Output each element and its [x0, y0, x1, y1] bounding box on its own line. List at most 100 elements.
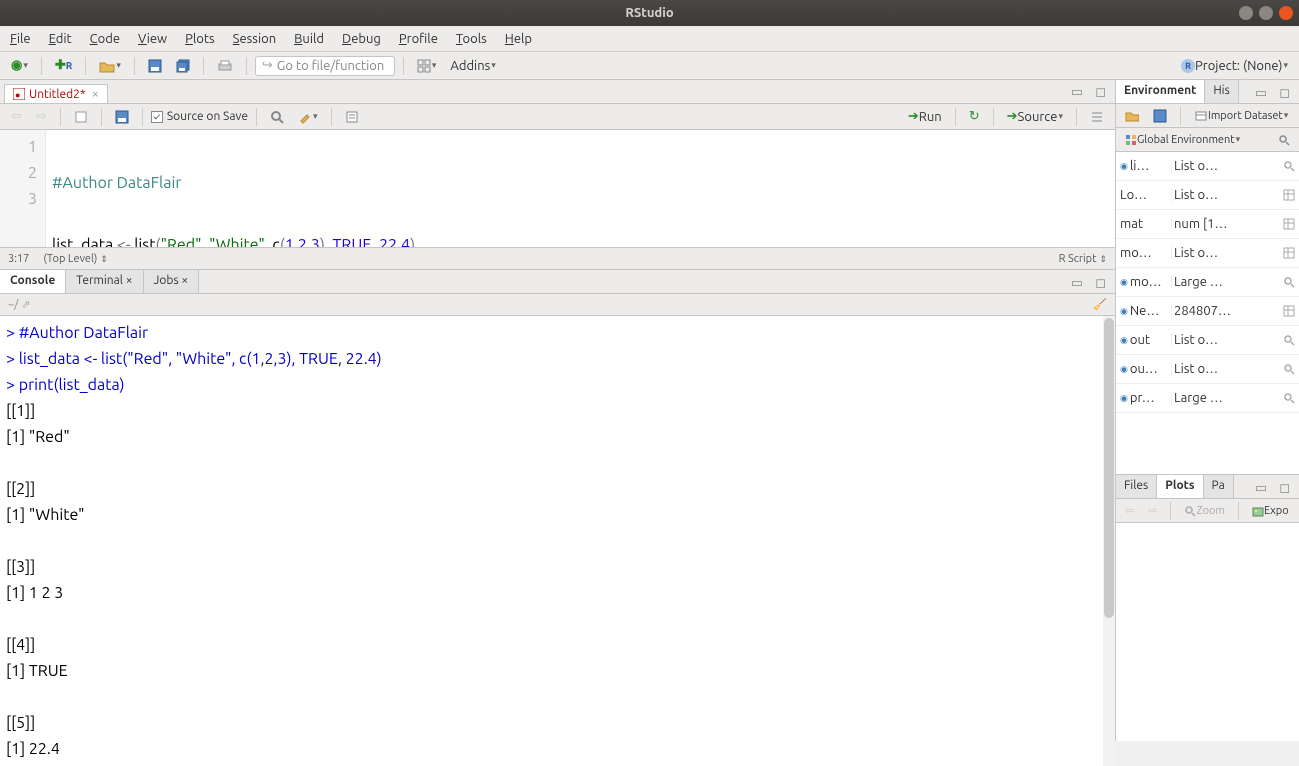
tab-packages[interactable]: Pa [1204, 475, 1234, 498]
tab-plots[interactable]: Plots [1157, 475, 1203, 498]
maximize-icon[interactable] [1259, 6, 1273, 20]
main-toolbar: ◉▾ ✚R ▾ ↪Go to file/function ▾ Addins▾ R… [0, 52, 1299, 80]
env-row[interactable]: mo…List o… [1116, 239, 1299, 268]
save-workspace-button[interactable] [1148, 105, 1172, 127]
tab-console[interactable]: Console [0, 270, 66, 293]
new-file-button[interactable]: ◉▾ [6, 55, 33, 77]
run-button[interactable]: ➔ Run [903, 106, 947, 128]
console-output[interactable]: > #Author DataFlair> list_data <- list("… [0, 316, 1115, 766]
cursor-position: 3:17 [8, 253, 29, 265]
menu-plots[interactable]: Plots [185, 32, 215, 46]
plots-tabs: Files Plots Pa ▭ ◻ [1116, 475, 1299, 499]
code-tools-button[interactable]: ▾ [293, 106, 323, 128]
max-console-icon[interactable]: ◻ [1090, 272, 1111, 294]
code-content[interactable]: #Author DataFlair list_data <- list("Red… [46, 130, 1115, 247]
env-scope-selector[interactable]: Global Environment▾ [1120, 129, 1245, 151]
source-toolbar: ⇦ ⇨ ✓Source on Save ▾ ➔ Run ↻ [0, 104, 1115, 130]
back-button[interactable]: ⇦ [6, 106, 27, 128]
goto-placeholder: Go to file/function [277, 59, 384, 73]
addins-button[interactable]: Addins▾ [445, 55, 500, 77]
new-project-button[interactable]: ✚R [50, 55, 77, 77]
min-plots-icon[interactable]: ▭ [1250, 477, 1272, 499]
env-row[interactable]: ◉mo…Large … [1116, 268, 1299, 297]
close-icon[interactable] [1279, 6, 1293, 20]
menu-tools[interactable]: Tools [456, 32, 487, 46]
close-jobs-icon[interactable]: × [181, 274, 188, 287]
filetype-selector[interactable]: R Script⇕ [1059, 253, 1107, 265]
minimize-icon[interactable] [1239, 6, 1253, 20]
plots-area [1116, 523, 1299, 741]
menu-edit[interactable]: Edit [49, 32, 72, 46]
source-button[interactable]: ➔ Source▾ [1002, 106, 1068, 128]
gutter: 1 2 3 [0, 130, 46, 247]
env-tabs: Environment His ▭ ◻ [1116, 80, 1299, 104]
find-button[interactable] [265, 106, 289, 128]
env-toolbar: Import Dataset▾ [1116, 104, 1299, 128]
print-button[interactable] [212, 55, 238, 77]
tab-jobs[interactable]: Jobs × [144, 270, 200, 293]
scope-selector[interactable]: (Top Level)⇕ [43, 253, 108, 265]
window-controls [1239, 6, 1293, 20]
save-source-button[interactable] [110, 106, 134, 128]
rerun-button[interactable]: ↻ [964, 106, 985, 128]
forward-button[interactable]: ⇨ [31, 106, 52, 128]
tab-files[interactable]: Files [1116, 475, 1157, 498]
clear-console-icon[interactable]: 🧹 [1093, 298, 1107, 311]
source-tab-untitled2[interactable]: ● Untitled2* × [4, 84, 108, 103]
max-plots-icon[interactable]: ◻ [1274, 477, 1295, 499]
source-tab-label: Untitled2* [29, 88, 86, 101]
code-editor[interactable]: 1 2 3 #Author DataFlair list_data <- lis… [0, 130, 1115, 247]
env-row[interactable]: Lo…List o… [1116, 181, 1299, 210]
env-row[interactable]: ◉li…List o… [1116, 152, 1299, 181]
outline-button[interactable] [1085, 106, 1109, 128]
tab-environment[interactable]: Environment [1116, 80, 1205, 103]
menu-view[interactable]: View [138, 32, 167, 46]
min-console-icon[interactable]: ▭ [1066, 272, 1088, 294]
min-env-icon[interactable]: ▭ [1250, 82, 1272, 104]
env-row[interactable]: ◉ou…List o… [1116, 355, 1299, 384]
close-tab-icon[interactable]: × [92, 87, 99, 101]
plot-next-button[interactable]: ⇨ [1143, 500, 1162, 522]
menu-file[interactable]: File [10, 32, 31, 46]
close-terminal-icon[interactable]: × [126, 274, 133, 287]
env-search-icon[interactable] [1273, 129, 1295, 151]
tab-history[interactable]: His [1205, 80, 1239, 103]
export-button[interactable]: Expo [1247, 500, 1294, 522]
compile-report-button[interactable] [340, 106, 364, 128]
source-statusbar: 3:17 (Top Level)⇕ R Script⇕ [0, 247, 1115, 269]
import-dataset-button[interactable]: Import Dataset▾ [1189, 105, 1293, 127]
console-path: ~/⇗ 🧹 [0, 294, 1115, 316]
menu-code[interactable]: Code [90, 32, 120, 46]
tab-terminal[interactable]: Terminal × [66, 270, 143, 293]
env-row[interactable]: matnum [1… [1116, 210, 1299, 239]
menu-debug[interactable]: Debug [342, 32, 381, 46]
save-button[interactable] [143, 55, 167, 77]
show-in-new-window-button[interactable] [69, 106, 93, 128]
goto-file-input[interactable]: ↪Go to file/function [255, 56, 395, 76]
env-row[interactable]: ◉pr…Large … [1116, 384, 1299, 413]
env-row[interactable]: ◉outList o… [1116, 326, 1299, 355]
env-row[interactable]: ◉Ne…284807… [1116, 297, 1299, 326]
zoom-button[interactable]: Zoom [1179, 500, 1230, 522]
svg-text:●: ● [15, 90, 20, 100]
source-tabs: ● Untitled2* × ▭ ◻ [0, 80, 1115, 104]
menu-help[interactable]: Help [505, 32, 532, 46]
minimize-pane-icon[interactable]: ▭ [1066, 81, 1088, 103]
plots-toolbar: ⇦ ⇨ Zoom Expo [1116, 499, 1299, 523]
env-scope-bar: Global Environment▾ [1116, 128, 1299, 152]
env-list[interactable]: ◉li…List o…Lo…List o…matnum [1…mo…List o… [1116, 152, 1299, 474]
menu-build[interactable]: Build [294, 32, 324, 46]
maximize-pane-icon[interactable]: ◻ [1090, 81, 1111, 103]
project-menu[interactable]: R Project: (None)▾ [1176, 55, 1293, 77]
open-file-button[interactable]: ▾ [94, 55, 126, 77]
menu-session[interactable]: Session [233, 32, 276, 46]
max-env-icon[interactable]: ◻ [1274, 82, 1295, 104]
console-scrollbar[interactable] [1103, 316, 1115, 766]
menu-profile[interactable]: Profile [399, 32, 438, 46]
load-workspace-button[interactable] [1120, 105, 1144, 127]
grid-button[interactable]: ▾ [412, 55, 442, 77]
plot-prev-button[interactable]: ⇦ [1120, 500, 1139, 522]
save-all-button[interactable] [171, 55, 195, 77]
source-on-save-checkbox[interactable]: ✓Source on Save [151, 110, 248, 123]
window-title: RStudio [625, 6, 673, 20]
